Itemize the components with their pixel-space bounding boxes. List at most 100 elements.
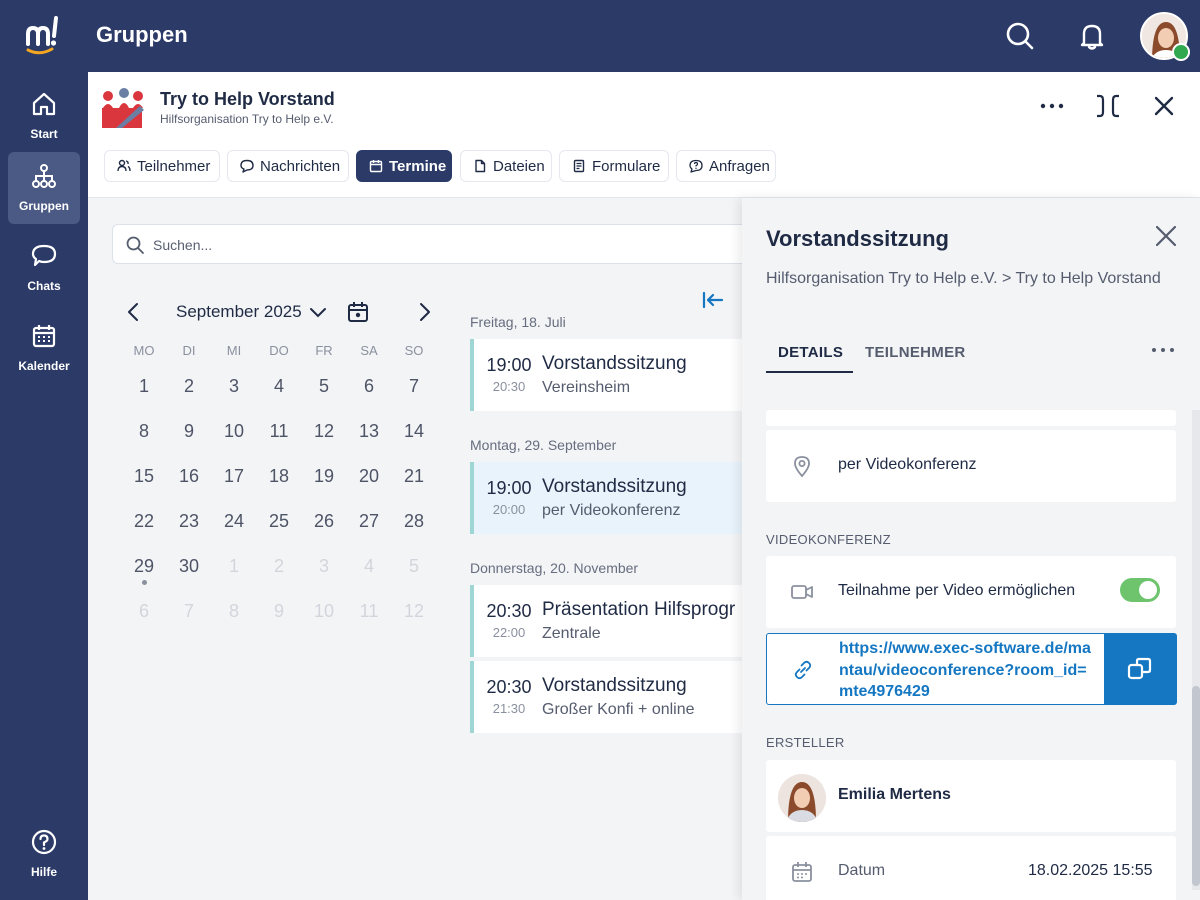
event-indicator-dot bbox=[142, 580, 147, 585]
calendar-day[interactable]: 25 bbox=[259, 503, 299, 539]
calendar-day[interactable]: 8 bbox=[124, 413, 164, 449]
copy-link-button[interactable] bbox=[1104, 633, 1177, 705]
collapse-left-icon[interactable] bbox=[702, 290, 724, 310]
calendar-day[interactable]: 12 bbox=[304, 413, 344, 449]
breadcrumb[interactable]: Hilfsorganisation Try to Help e.V. > Try… bbox=[766, 270, 1161, 288]
event-item[interactable]: 19:00 20:30 Vorstandssitzung Vereinsheim bbox=[470, 339, 742, 411]
calendar-icon bbox=[32, 325, 56, 348]
people-icon bbox=[117, 159, 131, 172]
calendar-day[interactable]: 30 bbox=[169, 548, 209, 584]
calendar-day[interactable]: 22 bbox=[124, 503, 164, 539]
weekday-label: MO bbox=[133, 343, 155, 358]
more-options-icon[interactable] bbox=[1150, 342, 1176, 358]
calendar-day[interactable]: 13 bbox=[349, 413, 389, 449]
video-link-url[interactable]: https://www.exec-software.de/mantau/vide… bbox=[839, 638, 1099, 703]
chevron-left-icon[interactable] bbox=[122, 300, 146, 324]
calendar-day[interactable]: 19 bbox=[304, 458, 344, 494]
calendar-day[interactable]: 7 bbox=[394, 368, 434, 404]
calendar-day-outside[interactable]: 6 bbox=[124, 593, 164, 629]
tab-anfragen[interactable]: Anfragen bbox=[676, 150, 776, 182]
date-card: Datum 18.02.2025 15:55 bbox=[766, 836, 1176, 900]
copy-icon bbox=[1127, 657, 1152, 680]
today-calendar-icon[interactable] bbox=[346, 300, 370, 324]
chat-bubble-icon bbox=[240, 159, 254, 173]
calendar-month-label[interactable]: September 2025 bbox=[176, 302, 302, 322]
calendar-day[interactable]: 9 bbox=[169, 413, 209, 449]
calendar-day[interactable]: 16 bbox=[169, 458, 209, 494]
calendar-day[interactable]: 20 bbox=[349, 458, 389, 494]
tab-dateien[interactable]: Dateien bbox=[460, 150, 552, 182]
tab-termine[interactable]: Termine bbox=[356, 150, 452, 182]
calendar-day[interactable]: 3 bbox=[214, 368, 254, 404]
close-icon[interactable] bbox=[1150, 92, 1178, 120]
event-date-heading: Donnerstag, 20. November bbox=[470, 560, 639, 576]
calendar-day[interactable]: 28 bbox=[394, 503, 434, 539]
calendar-day-outside[interactable]: 9 bbox=[259, 593, 299, 629]
collapse-panel-icon[interactable] bbox=[1094, 92, 1122, 120]
date-label: Datum bbox=[838, 862, 886, 879]
chevron-down-icon[interactable] bbox=[308, 305, 328, 321]
calendar-day[interactable]: 6 bbox=[349, 368, 389, 404]
group-logo-icon bbox=[102, 88, 144, 128]
sidebar-item-label: Hilfe bbox=[30, 865, 57, 879]
detail-scrollbar[interactable] bbox=[1192, 410, 1200, 890]
calendar-day[interactable]: 29 bbox=[124, 548, 164, 584]
calendar-day[interactable]: 18 bbox=[259, 458, 299, 494]
calendar-day[interactable]: 23 bbox=[169, 503, 209, 539]
more-options-icon[interactable] bbox=[1038, 92, 1066, 120]
calendar-day-outside[interactable]: 3 bbox=[304, 548, 344, 584]
calendar-day[interactable]: 5 bbox=[304, 368, 344, 404]
calendar-day-outside[interactable]: 1 bbox=[214, 548, 254, 584]
video-link-field[interactable]: https://www.exec-software.de/mantau/vide… bbox=[766, 633, 1177, 705]
app-logo-icon[interactable] bbox=[22, 14, 66, 58]
group-subtitle: Hilfsorganisation Try to Help e.V. bbox=[160, 112, 334, 126]
calendar-day[interactable]: 15 bbox=[124, 458, 164, 494]
calendar-day[interactable]: 24 bbox=[214, 503, 254, 539]
calendar-day-outside[interactable]: 12 bbox=[394, 593, 434, 629]
calendar-day[interactable]: 14 bbox=[394, 413, 434, 449]
tab-teilnehmer[interactable]: Teilnehmer bbox=[104, 150, 220, 182]
event-item-selected[interactable]: 19:00 20:00 Vorstandssitzung per Videoko… bbox=[470, 462, 742, 534]
close-icon[interactable] bbox=[1152, 222, 1180, 250]
file-icon bbox=[475, 159, 486, 173]
calendar-day-outside[interactable]: 7 bbox=[169, 593, 209, 629]
calendar-day-outside[interactable]: 10 bbox=[304, 593, 344, 629]
calendar-day-outside[interactable]: 11 bbox=[349, 593, 389, 629]
calendar-day[interactable]: 10 bbox=[214, 413, 254, 449]
calendar-day[interactable]: 4 bbox=[259, 368, 299, 404]
event-item[interactable]: 20:30 22:00 Präsentation Hilfsprogr Zent… bbox=[470, 585, 742, 657]
sidebar-item-hilfe[interactable]: Hilfe bbox=[8, 818, 80, 890]
search-input[interactable] bbox=[153, 234, 713, 256]
chevron-right-icon[interactable] bbox=[412, 300, 436, 324]
calendar-day[interactable]: 17 bbox=[214, 458, 254, 494]
tab-teilnehmer[interactable]: TEILNEHMER bbox=[865, 344, 966, 361]
calendar-day[interactable]: 11 bbox=[259, 413, 299, 449]
tab-nachrichten[interactable]: Nachrichten bbox=[227, 150, 349, 182]
video-toggle-switch[interactable] bbox=[1120, 578, 1160, 602]
scrollbar-thumb[interactable] bbox=[1192, 686, 1200, 886]
groups-icon bbox=[32, 164, 56, 188]
calendar-day-outside[interactable]: 2 bbox=[259, 548, 299, 584]
sidebar-item-gruppen[interactable]: Gruppen bbox=[8, 152, 80, 224]
tab-details[interactable]: DETAILS bbox=[778, 344, 843, 361]
calendar-day-outside[interactable]: 5 bbox=[394, 548, 434, 584]
event-location: Vereinsheim bbox=[542, 379, 631, 396]
calendar-day-outside[interactable]: 8 bbox=[214, 593, 254, 629]
event-item[interactable]: 20:30 21:30 Vorstandssitzung Großer Konf… bbox=[470, 661, 742, 733]
calendar-day[interactable]: 2 bbox=[169, 368, 209, 404]
sidebar-item-chats[interactable]: Chats bbox=[8, 232, 80, 304]
calendar-day[interactable]: 27 bbox=[349, 503, 389, 539]
sidebar-item-kalender[interactable]: Kalender bbox=[8, 312, 80, 384]
calendar-day-outside[interactable]: 4 bbox=[349, 548, 389, 584]
calendar-day[interactable]: 21 bbox=[394, 458, 434, 494]
event-start-time: 19:00 bbox=[486, 355, 532, 375]
calendar-day[interactable]: 1 bbox=[124, 368, 164, 404]
calendar-day[interactable]: 26 bbox=[304, 503, 344, 539]
tab-formulare[interactable]: Formulare bbox=[559, 150, 669, 182]
calendar-icon bbox=[369, 160, 383, 173]
sidebar-item-start[interactable]: Start bbox=[8, 80, 80, 152]
search-icon[interactable] bbox=[1004, 20, 1036, 52]
bell-icon[interactable] bbox=[1076, 20, 1108, 52]
creator-card[interactable]: Emilia Mertens bbox=[766, 760, 1176, 832]
tab-label: Formulare bbox=[592, 157, 661, 175]
